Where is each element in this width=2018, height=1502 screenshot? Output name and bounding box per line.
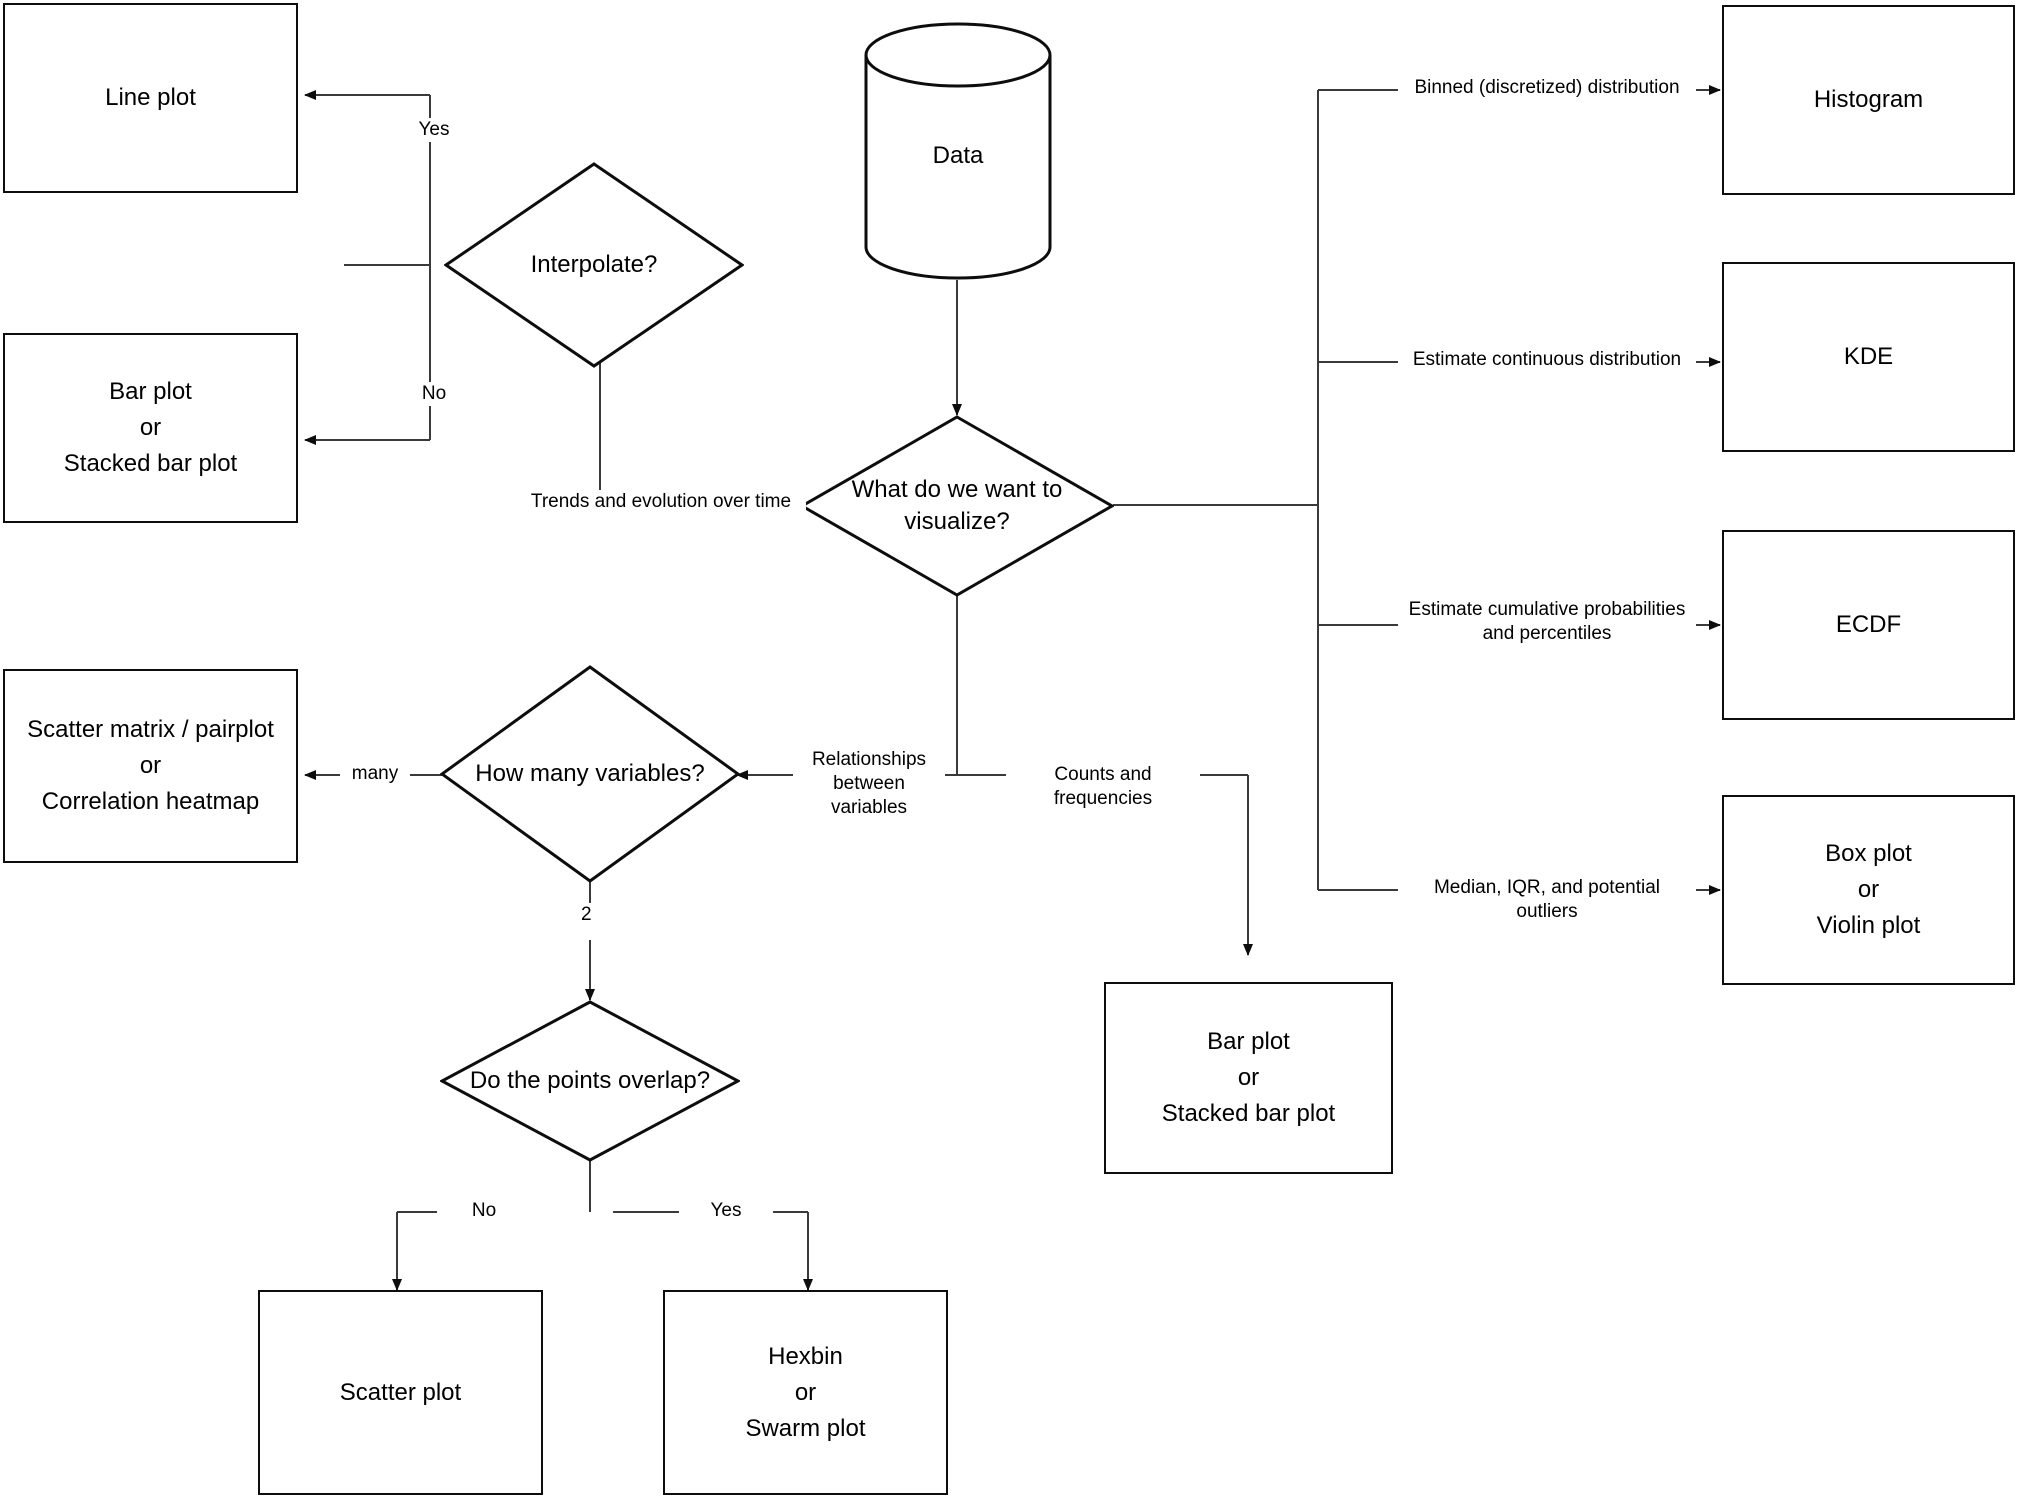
node-kde[interactable]: KDE (1722, 262, 2015, 452)
node-histogram[interactable]: Histogram (1722, 5, 2015, 195)
edge-label-median-iqr: Median, IQR, and potential outliers (1398, 876, 1696, 924)
node-scatter-matrix[interactable]: Scatter matrix / pairplot or Correlation… (3, 669, 298, 863)
node-how-many-variables[interactable]: How many variables? (440, 665, 740, 883)
edge-label-cumulative: Estimate cumulative probabilities and pe… (1398, 598, 1696, 646)
edge-label-yes-interpolate: Yes (400, 118, 468, 142)
edge-label-relationships: Relationships between variables (793, 748, 945, 820)
node-box-violin[interactable]: Box plot or Violin plot (1722, 795, 2015, 985)
node-line-plot[interactable]: Line plot (3, 3, 298, 193)
edge-label-continuous: Estimate continuous distribution (1398, 348, 1696, 372)
node-ecdf[interactable]: ECDF (1722, 530, 2015, 720)
edge-label-binned: Binned (discretized) distribution (1398, 76, 1696, 100)
node-scatter-plot-label: Scatter plot (339, 1378, 462, 1406)
edge-label-trends: Trends and evolution over time (516, 490, 806, 514)
node-what-visualize-label: What do we want to visualize? (851, 475, 1063, 535)
node-box-violin-label: Box plot or Violin plot (1816, 840, 1921, 939)
node-ecdf-label: ECDF (1835, 611, 1902, 638)
edge-label-two: 2 (578, 903, 622, 927)
node-how-many-variables-label: How many variables? (475, 759, 705, 787)
node-scatter-matrix-label: Scatter matrix / pairplot or Correlation… (27, 716, 274, 815)
node-histogram-label: Histogram (1813, 86, 1924, 113)
edge-label-no-overlap: No (437, 1199, 531, 1223)
node-hexbin-label: Hexbin or Swarm plot (745, 1342, 866, 1442)
node-bar-plot-left-label: Bar plot or Stacked bar plot (63, 378, 238, 477)
flowchart-canvas: Line plot Bar plot or Stacked bar plot I… (0, 0, 2018, 1502)
node-kde-label: KDE (1843, 343, 1894, 370)
edge-label-counts: Counts and frequencies (1006, 763, 1200, 811)
node-bar-plot-left[interactable]: Bar plot or Stacked bar plot (3, 333, 298, 523)
node-interpolate-label: Interpolate? (530, 250, 658, 278)
node-interpolate[interactable]: Interpolate? (444, 162, 744, 368)
edge-label-many: many (340, 762, 410, 786)
edge-label-yes-overlap: Yes (679, 1199, 773, 1223)
node-what-visualize[interactable]: What do we want to visualize? (800, 415, 1114, 597)
node-bar-plot-mid-label: Bar plot or Stacked bar plot (1161, 1028, 1336, 1127)
node-scatter-plot[interactable]: Scatter plot (258, 1290, 543, 1495)
edge-label-no-interpolate: No (400, 382, 468, 406)
node-points-overlap-label: Do the points overlap? (469, 1066, 711, 1094)
node-data-label: Data (932, 142, 984, 169)
node-bar-plot-mid[interactable]: Bar plot or Stacked bar plot (1104, 982, 1393, 1174)
node-hexbin[interactable]: Hexbin or Swarm plot (663, 1290, 948, 1495)
node-data[interactable]: Data (863, 22, 1053, 280)
node-points-overlap[interactable]: Do the points overlap? (440, 1000, 740, 1162)
node-line-plot-label: Line plot (105, 84, 196, 111)
